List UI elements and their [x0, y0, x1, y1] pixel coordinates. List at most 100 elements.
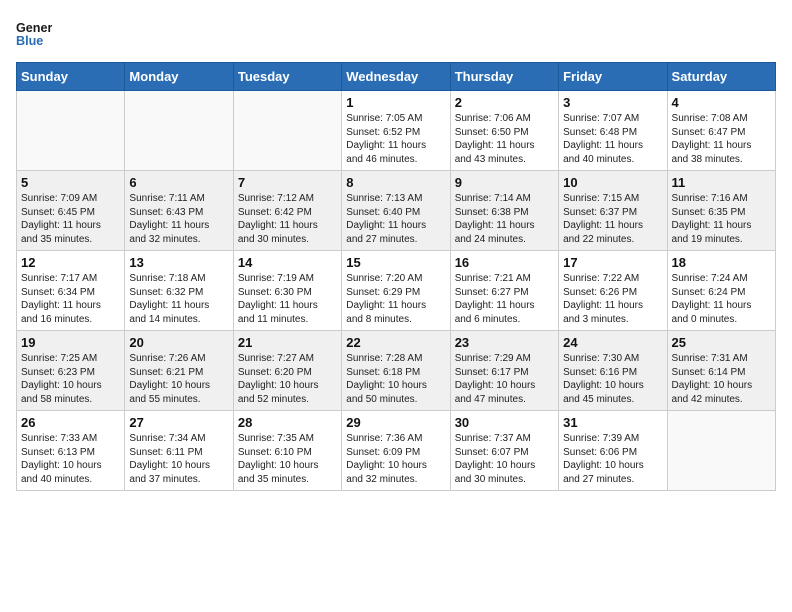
day-number: 30	[455, 415, 554, 430]
weekday-header-thursday: Thursday	[450, 63, 558, 91]
day-number: 14	[238, 255, 337, 270]
calendar-cell: 2 Sunrise: 7:06 AM Sunset: 6:50 PM Daylig…	[450, 91, 558, 171]
day-number: 29	[346, 415, 445, 430]
calendar-cell: 28Sunrise: 7:35 AM Sunset: 6:10 PM Dayli…	[233, 411, 341, 491]
day-info: Sunrise: 7:36 AM Sunset: 6:09 PM Dayligh…	[346, 432, 445, 486]
calendar-cell: 8 Sunrise: 7:13 AM Sunset: 6:40 PM Daylig…	[342, 171, 450, 251]
day-number: 13	[129, 255, 228, 270]
calendar-cell: 16 Sunrise: 7:21 AM Sunset: 6:27 PM Dayli…	[450, 251, 558, 331]
day-number: 2	[455, 95, 554, 110]
weekday-header-saturday: Saturday	[667, 63, 775, 91]
day-info: Sunrise: 7:15 AM Sunset: 6:37 PM Dayligh…	[563, 192, 662, 246]
day-info: Sunrise: 7:07 AM Sunset: 6:48 PM Dayligh…	[563, 112, 662, 166]
calendar-cell: 17 Sunrise: 7:22 AM Sunset: 6:26 PM Dayli…	[559, 251, 667, 331]
calendar-cell: 4 Sunrise: 7:08 AM Sunset: 6:47 PM Daylig…	[667, 91, 775, 171]
calendar-cell	[233, 91, 341, 171]
day-number: 23	[455, 335, 554, 350]
calendar-cell: 14 Sunrise: 7:19 AM Sunset: 6:30 PM Dayli…	[233, 251, 341, 331]
day-info: Sunrise: 7:29 AM Sunset: 6:17 PM Dayligh…	[455, 352, 554, 406]
calendar-cell: 3 Sunrise: 7:07 AM Sunset: 6:48 PM Daylig…	[559, 91, 667, 171]
day-number: 16	[455, 255, 554, 270]
day-info: Sunrise: 7:28 AM Sunset: 6:18 PM Dayligh…	[346, 352, 445, 406]
day-number: 11	[672, 175, 771, 190]
day-info: Sunrise: 7:20 AM Sunset: 6:29 PM Dayligh…	[346, 272, 445, 326]
calendar-cell: 27 Sunrise: 7:34 AM Sunset: 6:11 PM Dayli…	[125, 411, 233, 491]
calendar-cell: 5 Sunrise: 7:09 AM Sunset: 6:45 PM Daylig…	[17, 171, 125, 251]
day-number: 8	[346, 175, 445, 190]
day-info: Sunrise: 7:13 AM Sunset: 6:40 PM Dayligh…	[346, 192, 445, 246]
day-info: Sunrise: 7:21 AM Sunset: 6:27 PM Dayligh…	[455, 272, 554, 326]
day-number: 26	[21, 415, 120, 430]
calendar-cell: 7 Sunrise: 7:12 AM Sunset: 6:42 PM Daylig…	[233, 171, 341, 251]
day-number: 20	[129, 335, 228, 350]
day-info: Sunrise: 7:12 AM Sunset: 6:42 PM Dayligh…	[238, 192, 337, 246]
day-info: Sunrise: 7:19 AM Sunset: 6:30 PM Dayligh…	[238, 272, 337, 326]
calendar-week-row: 26 Sunrise: 7:33 AM Sunset: 6:13 PM Dayli…	[17, 411, 776, 491]
calendar-cell: 23 Sunrise: 7:29 AM Sunset: 6:17 PM Dayli…	[450, 331, 558, 411]
day-number: 24	[563, 335, 662, 350]
calendar-cell: 19 Sunrise: 7:25 AM Sunset: 6:23 PM Dayli…	[17, 331, 125, 411]
day-info: Sunrise: 7:05 AM Sunset: 6:52 PM Dayligh…	[346, 112, 445, 166]
day-info: Sunrise: 7:16 AM Sunset: 6:35 PM Dayligh…	[672, 192, 771, 246]
day-number: 19	[21, 335, 120, 350]
day-info: Sunrise: 7:39 AM Sunset: 6:06 PM Dayligh…	[563, 432, 662, 486]
calendar-cell: 25Sunrise: 7:31 AM Sunset: 6:14 PM Dayli…	[667, 331, 775, 411]
day-info: Sunrise: 7:08 AM Sunset: 6:47 PM Dayligh…	[672, 112, 771, 166]
day-number: 10	[563, 175, 662, 190]
day-info: Sunrise: 7:27 AM Sunset: 6:20 PM Dayligh…	[238, 352, 337, 406]
day-info: Sunrise: 7:37 AM Sunset: 6:07 PM Dayligh…	[455, 432, 554, 486]
weekday-header-friday: Friday	[559, 63, 667, 91]
calendar-cell: 1 Sunrise: 7:05 AM Sunset: 6:52 PM Daylig…	[342, 91, 450, 171]
day-info: Sunrise: 7:06 AM Sunset: 6:50 PM Dayligh…	[455, 112, 554, 166]
calendar-cell	[125, 91, 233, 171]
calendar-cell: 11 Sunrise: 7:16 AM Sunset: 6:35 PM Dayli…	[667, 171, 775, 251]
weekday-header-tuesday: Tuesday	[233, 63, 341, 91]
svg-text:Blue: Blue	[16, 34, 43, 48]
calendar-week-row: 19 Sunrise: 7:25 AM Sunset: 6:23 PM Dayli…	[17, 331, 776, 411]
calendar-cell	[17, 91, 125, 171]
day-number: 17	[563, 255, 662, 270]
calendar-cell: 6 Sunrise: 7:11 AM Sunset: 6:43 PM Daylig…	[125, 171, 233, 251]
weekday-header-monday: Monday	[125, 63, 233, 91]
calendar-cell: 13Sunrise: 7:18 AM Sunset: 6:32 PM Dayli…	[125, 251, 233, 331]
day-info: Sunrise: 7:26 AM Sunset: 6:21 PM Dayligh…	[129, 352, 228, 406]
calendar-cell: 24 Sunrise: 7:30 AM Sunset: 6:16 PM Dayli…	[559, 331, 667, 411]
logo: General Blue	[16, 16, 56, 52]
calendar-week-row: 5 Sunrise: 7:09 AM Sunset: 6:45 PM Daylig…	[17, 171, 776, 251]
logo-icon: General Blue	[16, 16, 52, 52]
day-info: Sunrise: 7:14 AM Sunset: 6:38 PM Dayligh…	[455, 192, 554, 246]
day-number: 3	[563, 95, 662, 110]
weekday-header-row: SundayMondayTuesdayWednesdayThursdayFrid…	[17, 63, 776, 91]
day-info: Sunrise: 7:33 AM Sunset: 6:13 PM Dayligh…	[21, 432, 120, 486]
day-info: Sunrise: 7:35 AM Sunset: 6:10 PM Dayligh…	[238, 432, 337, 486]
calendar-cell: 9 Sunrise: 7:14 AM Sunset: 6:38 PM Daylig…	[450, 171, 558, 251]
calendar-cell: 30 Sunrise: 7:37 AM Sunset: 6:07 PM Dayli…	[450, 411, 558, 491]
page-header: General Blue	[16, 16, 776, 52]
calendar-cell: 12Sunrise: 7:17 AM Sunset: 6:34 PM Dayli…	[17, 251, 125, 331]
day-number: 4	[672, 95, 771, 110]
day-number: 27	[129, 415, 228, 430]
calendar-cell	[667, 411, 775, 491]
day-number: 18	[672, 255, 771, 270]
day-number: 7	[238, 175, 337, 190]
calendar-cell: 21Sunrise: 7:27 AM Sunset: 6:20 PM Dayli…	[233, 331, 341, 411]
day-number: 6	[129, 175, 228, 190]
day-info: Sunrise: 7:34 AM Sunset: 6:11 PM Dayligh…	[129, 432, 228, 486]
day-number: 15	[346, 255, 445, 270]
day-info: Sunrise: 7:25 AM Sunset: 6:23 PM Dayligh…	[21, 352, 120, 406]
day-number: 5	[21, 175, 120, 190]
day-number: 1	[346, 95, 445, 110]
calendar-cell: 22 Sunrise: 7:28 AM Sunset: 6:18 PM Dayli…	[342, 331, 450, 411]
calendar-cell: 31Sunrise: 7:39 AM Sunset: 6:06 PM Dayli…	[559, 411, 667, 491]
day-info: Sunrise: 7:11 AM Sunset: 6:43 PM Dayligh…	[129, 192, 228, 246]
calendar-week-row: 12Sunrise: 7:17 AM Sunset: 6:34 PM Dayli…	[17, 251, 776, 331]
day-number: 22	[346, 335, 445, 350]
day-info: Sunrise: 7:09 AM Sunset: 6:45 PM Dayligh…	[21, 192, 120, 246]
day-info: Sunrise: 7:30 AM Sunset: 6:16 PM Dayligh…	[563, 352, 662, 406]
calendar-table: SundayMondayTuesdayWednesdayThursdayFrid…	[16, 62, 776, 491]
day-number: 9	[455, 175, 554, 190]
day-info: Sunrise: 7:17 AM Sunset: 6:34 PM Dayligh…	[21, 272, 120, 326]
day-info: Sunrise: 7:31 AM Sunset: 6:14 PM Dayligh…	[672, 352, 771, 406]
calendar-cell: 10 Sunrise: 7:15 AM Sunset: 6:37 PM Dayli…	[559, 171, 667, 251]
day-info: Sunrise: 7:22 AM Sunset: 6:26 PM Dayligh…	[563, 272, 662, 326]
